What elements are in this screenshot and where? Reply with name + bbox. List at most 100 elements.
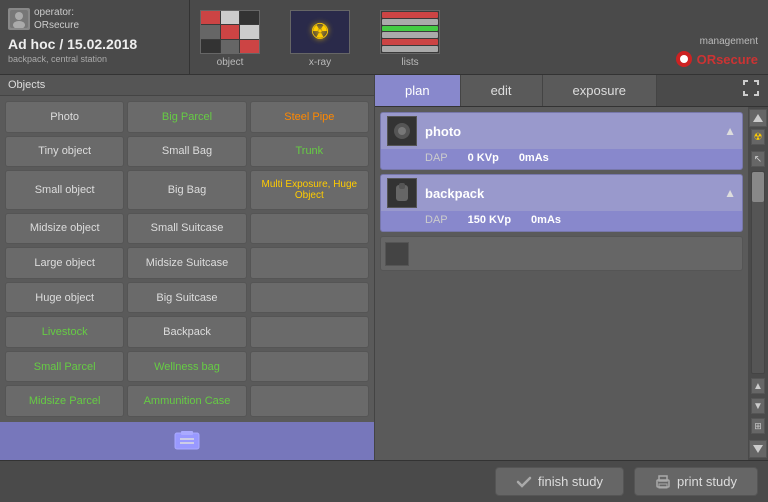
study-item-photo-thumb: [387, 116, 417, 146]
fullscreen-button[interactable]: [734, 75, 768, 106]
print-study-button[interactable]: print study: [634, 467, 758, 496]
xray-nav-label: x-ray: [309, 57, 331, 68]
nav-icons: object ☢ x-ray lists: [190, 0, 665, 74]
finish-study-button[interactable]: finish study: [495, 467, 624, 496]
management-label: management: [700, 36, 758, 47]
items-list: photo ▲ DAP 0 KVp 0mAs: [375, 107, 748, 460]
photo-dap-label: DAP: [425, 152, 448, 164]
operator-avatar: [8, 8, 30, 30]
objects-grid: Photo Big Parcel Steel Pipe Tiny object …: [0, 96, 374, 422]
footer-icon: [173, 429, 201, 453]
btn-big-bag[interactable]: Big Bag: [127, 170, 246, 210]
scroll-up-btn[interactable]: [749, 109, 767, 127]
btn-midsize-object[interactable]: Midsize object: [5, 213, 124, 245]
checkmark-icon: [516, 475, 532, 489]
backpack-kvp-value: 150 KVp: [468, 214, 511, 226]
btn-empty3: [250, 282, 369, 314]
btn-small-object[interactable]: Small object: [5, 170, 124, 210]
btn-small-parcel[interactable]: Small Parcel: [5, 351, 124, 383]
tab-exposure[interactable]: exposure: [543, 75, 657, 106]
chevron-up2-icon[interactable]: ▲: [751, 378, 765, 394]
operator-name: ORsecure: [34, 19, 79, 32]
objects-header: Objects: [0, 75, 374, 96]
backpack-mas-value: 0mAs: [531, 214, 561, 226]
operator-info: operator: ORsecure: [34, 6, 79, 32]
orsecure-record-icon: [675, 50, 693, 68]
btn-tiny-object[interactable]: Tiny object: [5, 136, 124, 168]
chevron-down2-icon[interactable]: ▼: [751, 398, 765, 414]
object-nav-label: object: [217, 57, 244, 68]
bottom-bar: finish study print study: [0, 460, 768, 502]
radiation-icon: ☢: [310, 19, 330, 45]
btn-trunk[interactable]: Trunk: [250, 136, 369, 168]
orsecure-nav: management ORsecure: [665, 0, 768, 74]
btn-wellness-bag[interactable]: Wellness bag: [127, 351, 246, 383]
btn-empty6: [250, 385, 369, 417]
btn-big-parcel[interactable]: Big Parcel: [127, 101, 246, 133]
study-item-photo-expand[interactable]: ▲: [724, 124, 736, 138]
btn-huge-object[interactable]: Huge object: [5, 282, 124, 314]
chevron-down-icon: [752, 444, 764, 454]
main-area: Objects Photo Big Parcel Steel Pipe Tiny…: [0, 75, 768, 460]
study-item-photo-header: photo ▲: [381, 113, 742, 149]
backpack-dap-label: DAP: [425, 214, 448, 226]
finish-study-label: finish study: [538, 474, 603, 489]
study-item-backpack: backpack ▲ DAP 150 KVp 0mAs: [380, 174, 743, 232]
study-item-photo: photo ▲ DAP 0 KVp 0mAs: [380, 112, 743, 170]
btn-multi-exposure[interactable]: Multi Exposure, Huge Object: [250, 170, 369, 210]
study-item-backpack-name: backpack: [425, 186, 724, 201]
left-footer: [0, 422, 374, 460]
ad-hoc-date: Ad hoc / 15.02.2018: [8, 36, 181, 52]
orsecure-logo[interactable]: ORsecure: [675, 50, 758, 68]
right-content: photo ▲ DAP 0 KVp 0mAs: [375, 107, 768, 460]
study-item-backpack-header: backpack ▲: [381, 175, 742, 211]
right-panel: plan edit exposure: [375, 75, 768, 460]
btn-midsize-suitcase[interactable]: Midsize Suitcase: [127, 247, 246, 279]
study-item-photo-details: DAP 0 KVp 0mAs: [381, 149, 742, 169]
btn-steel-pipe[interactable]: Steel Pipe: [250, 101, 369, 133]
operator-label: operator:: [34, 6, 79, 19]
btn-livestock[interactable]: Livestock: [5, 316, 124, 348]
btn-empty1: [250, 213, 369, 245]
xray-thumbnail: ☢: [290, 10, 350, 54]
study-item-backpack-expand[interactable]: ▲: [724, 186, 736, 200]
btn-big-suitcase[interactable]: Big Suitcase: [127, 282, 246, 314]
operator-row: operator: ORsecure: [8, 6, 181, 32]
top-bar: operator: ORsecure Ad hoc / 15.02.2018 b…: [0, 0, 768, 75]
btn-backpack[interactable]: Backpack: [127, 316, 246, 348]
page-icon[interactable]: ⊞: [751, 418, 765, 434]
fullscreen-icon: [742, 79, 760, 97]
btn-empty4: [250, 316, 369, 348]
object-thumbnail: [200, 10, 260, 54]
print-study-label: print study: [677, 474, 737, 489]
photo-kvp-value: 0 KVp: [468, 152, 499, 164]
left-panel: Objects Photo Big Parcel Steel Pipe Tiny…: [0, 75, 375, 460]
empty-thumb: [385, 242, 409, 266]
nav-item-object[interactable]: object: [200, 10, 260, 68]
orsecure-name: ORsecure: [697, 52, 758, 67]
study-item-backpack-thumb: [387, 178, 417, 208]
print-icon: [655, 475, 671, 489]
btn-ammunition-case[interactable]: Ammunition Case: [127, 385, 246, 417]
radiation-side-icon: ☢: [751, 129, 765, 145]
study-item-empty: [380, 236, 743, 271]
btn-small-bag[interactable]: Small Bag: [127, 136, 246, 168]
btn-empty2: [250, 247, 369, 279]
btn-small-suitcase[interactable]: Small Suitcase: [127, 213, 246, 245]
study-item-backpack-details: DAP 150 KVp 0mAs: [381, 211, 742, 231]
scrollbar-area: ☢ ↖ ▲ ▼ ⊞: [748, 107, 768, 460]
tab-edit[interactable]: edit: [461, 75, 543, 106]
station-info: backpack, central station: [8, 54, 181, 64]
btn-midsize-parcel[interactable]: Midsize Parcel: [5, 385, 124, 417]
tab-plan[interactable]: plan: [375, 75, 461, 106]
study-item-photo-name: photo: [425, 124, 724, 139]
tabs-bar: plan edit exposure: [375, 75, 768, 107]
btn-photo[interactable]: Photo: [5, 101, 124, 133]
chevron-up-icon: [752, 113, 764, 123]
scroll-down-btn[interactable]: [749, 440, 767, 458]
btn-large-object[interactable]: Large object: [5, 247, 124, 279]
nav-item-lists[interactable]: lists: [380, 10, 440, 68]
nav-item-xray[interactable]: ☢ x-ray: [290, 10, 350, 68]
arrow-side-icon[interactable]: ↖: [751, 151, 765, 167]
scroll-thumb[interactable]: [752, 172, 764, 202]
